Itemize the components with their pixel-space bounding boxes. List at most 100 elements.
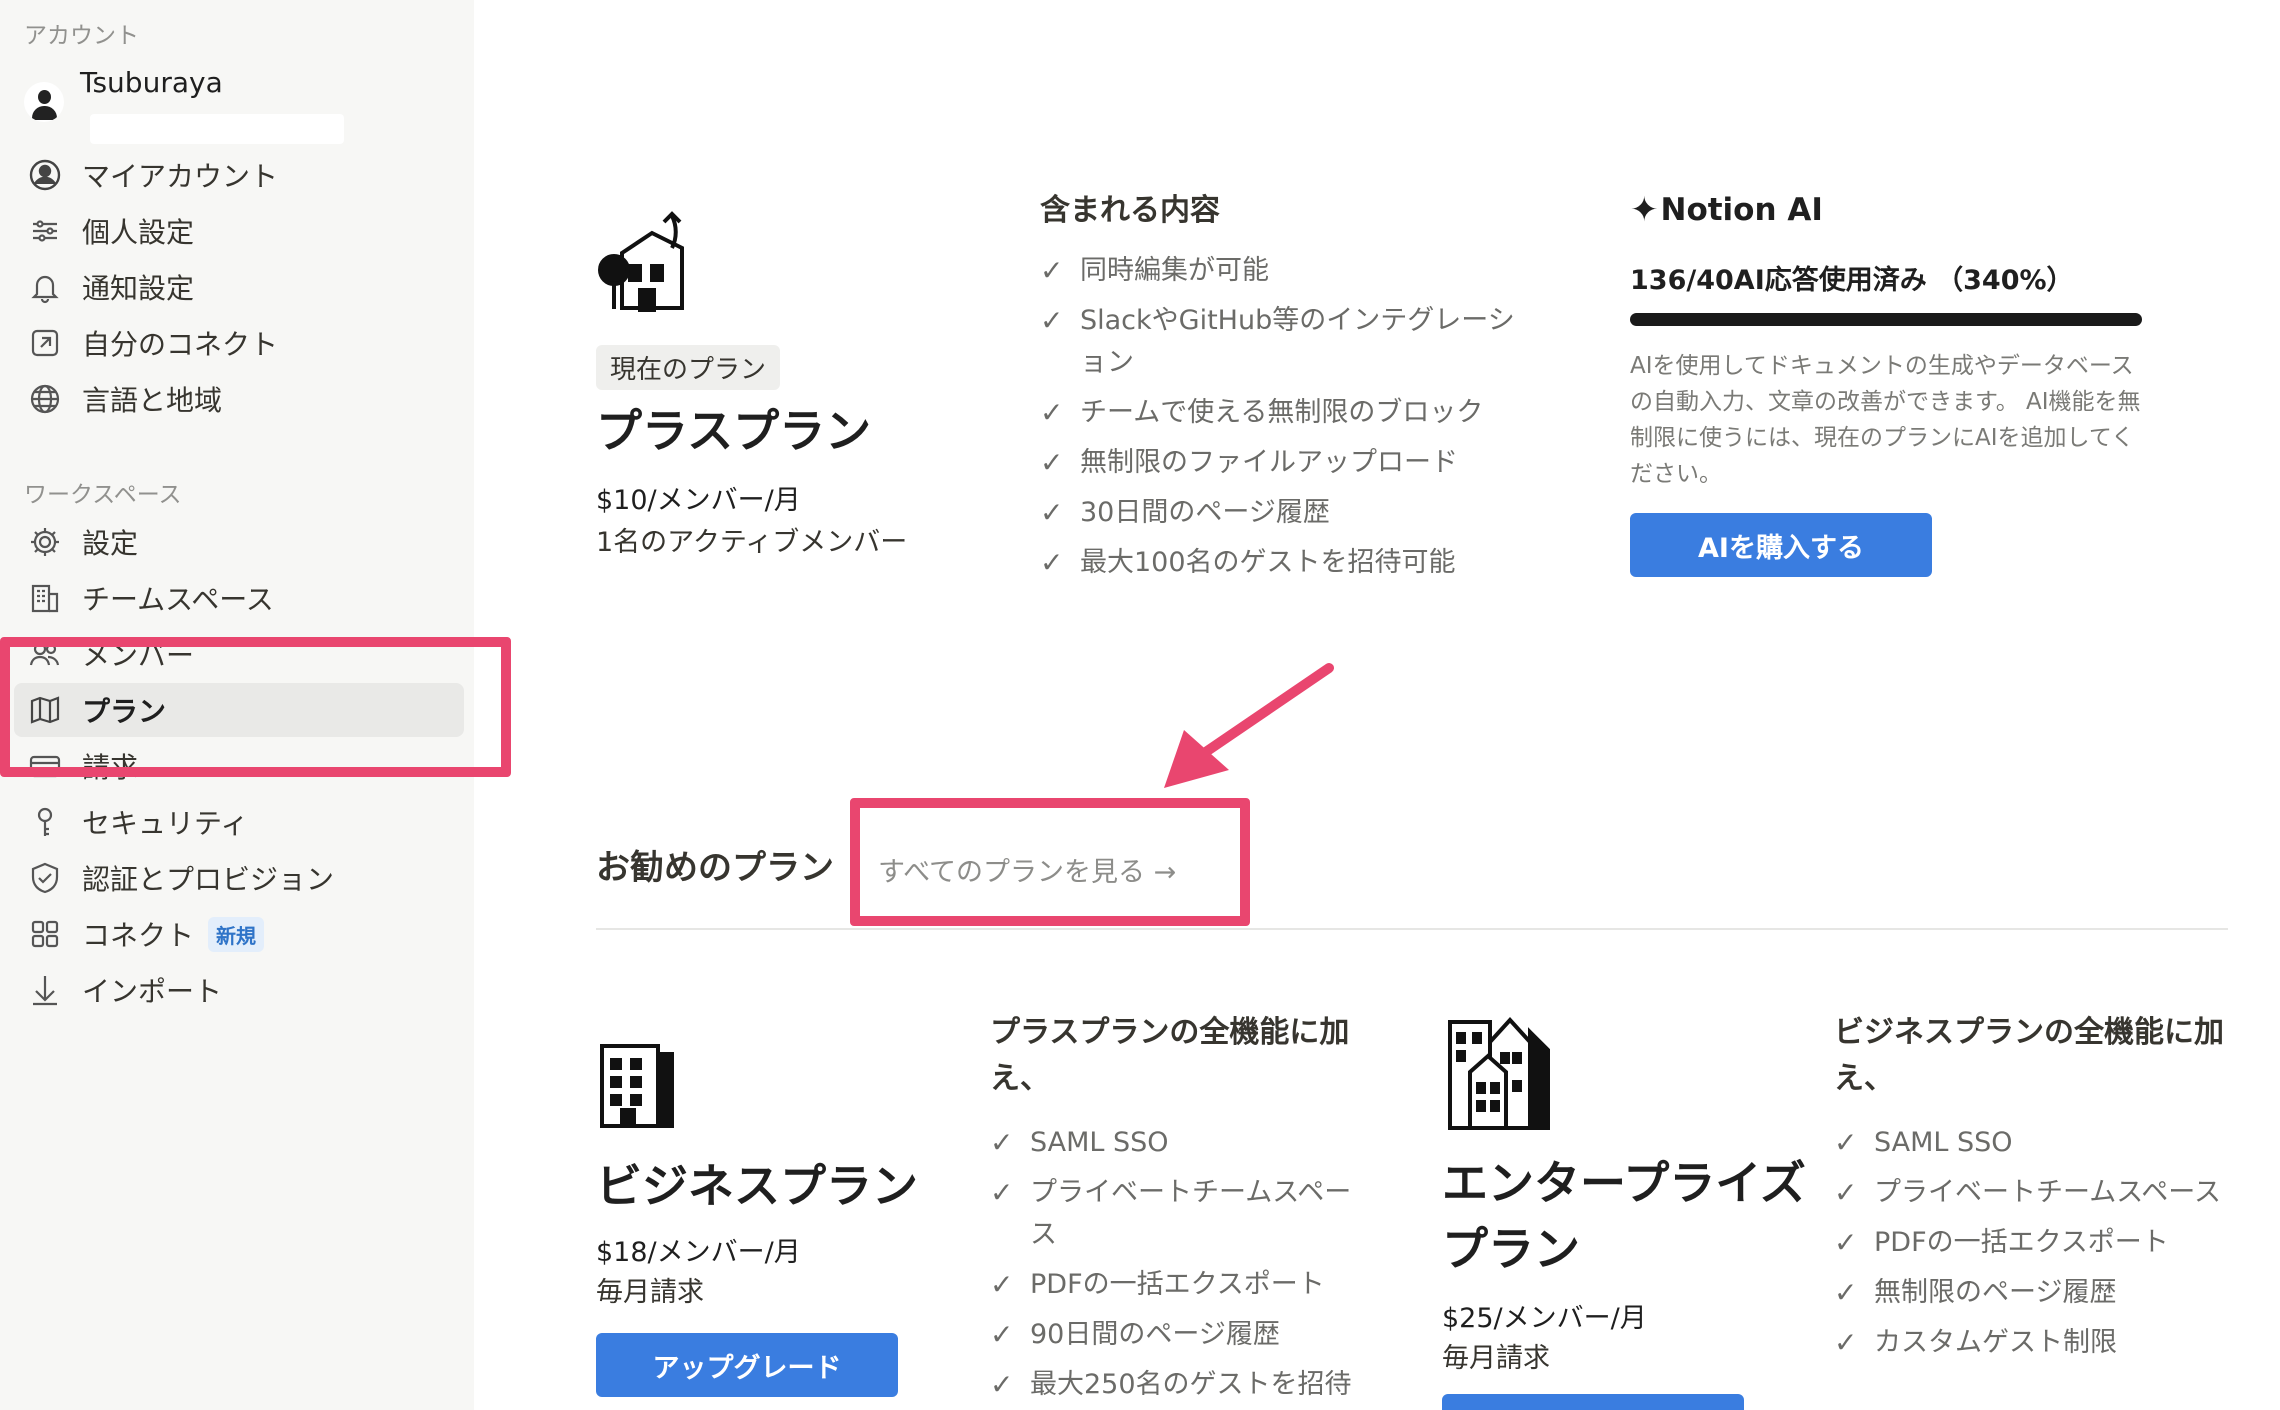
sidebar-item-label: インポート bbox=[82, 975, 223, 1008]
sidebar-item-billing[interactable]: 請求 bbox=[14, 739, 466, 793]
avatar bbox=[24, 82, 64, 122]
city-buildings-icon bbox=[1444, 1012, 1574, 1132]
sidebar-item-label: コネクト bbox=[82, 919, 195, 952]
current-plan-tag: 現在のプラン bbox=[596, 345, 781, 390]
sidebar-item-label: 通知設定 bbox=[82, 272, 195, 305]
list-item: ✓ 30日間のページ履歴 bbox=[1040, 492, 1540, 534]
people-icon bbox=[26, 635, 64, 673]
workspace-section-label: ワークスペース bbox=[24, 482, 182, 508]
current-plan-name: プラスプラン bbox=[596, 404, 872, 458]
bell-icon bbox=[26, 268, 64, 306]
key-icon bbox=[26, 803, 64, 841]
sidebar-item-label: セキュリティ bbox=[82, 807, 249, 840]
sidebar-item-language-region[interactable]: 言語と地域 bbox=[14, 372, 466, 426]
sidebar-item-my-account[interactable]: マイアカウント bbox=[14, 148, 466, 202]
sidebar-item-my-connections[interactable]: 自分のコネクト bbox=[14, 316, 466, 370]
sidebar-item-security[interactable]: セキュリティ bbox=[14, 795, 466, 849]
globe-icon bbox=[26, 380, 64, 418]
sidebar-item-notifications[interactable]: 通知設定 bbox=[14, 260, 466, 314]
check-icon: ✓ bbox=[1834, 1326, 1858, 1359]
check-icon: ✓ bbox=[990, 1368, 1014, 1401]
included-feature-list: ✓ 同時編集が可能 ✓ SlackやGitHub等のインテグレーション ✓ チームで使… bbox=[1040, 250, 1540, 592]
check-icon: ✓ bbox=[990, 1176, 1014, 1209]
check-icon: ✓ bbox=[1040, 546, 1064, 579]
business-plan-billing: 毎月請求 bbox=[596, 1277, 704, 1308]
map-icon bbox=[26, 691, 64, 729]
sidebar-item-members[interactable]: メンバー bbox=[14, 627, 466, 681]
external-link-icon bbox=[26, 324, 64, 362]
list-item: ✓ SlackやGitHub等のインテグレーション bbox=[1040, 300, 1540, 384]
sidebar-item-import[interactable]: インポート bbox=[14, 963, 466, 1017]
sidebar-item-label: メンバー bbox=[82, 639, 195, 672]
settings-sidebar: アカウント Tsuburaya マイアカウント 個人設定 通知設定 自分のコネク… bbox=[0, 0, 474, 1410]
notion-ai-heading: ✦ Notion AI bbox=[1630, 190, 1823, 230]
upgrade-button[interactable]: アップグレード bbox=[596, 1333, 898, 1397]
enterprise-plan-billing: 毎月請求 bbox=[1442, 1343, 1550, 1374]
list-item: ✓ SAML SSO bbox=[990, 1122, 1370, 1164]
list-item: ✓ カスタムゲスト制限 bbox=[1834, 1322, 2224, 1364]
divider bbox=[596, 928, 2228, 930]
ai-description: AIを使用してドキュメントの生成やデータベースの自動入力、文章の改善ができます。… bbox=[1630, 353, 2141, 487]
check-icon: ✓ bbox=[1040, 396, 1064, 429]
list-item: ✓ SAML SSO bbox=[1834, 1122, 2224, 1164]
sidebar-item-label: マイアカウント bbox=[82, 160, 279, 193]
enterprise-plan-button[interactable] bbox=[1442, 1394, 1744, 1410]
user-name: Tsuburaya bbox=[80, 66, 223, 99]
see-all-plans-link[interactable]: すべてのプランを見る → bbox=[878, 850, 1176, 889]
new-badge: 新規 bbox=[208, 916, 265, 952]
check-icon: ✓ bbox=[1834, 1226, 1858, 1259]
recommended-plans-heading: お勧めのプラン bbox=[596, 848, 834, 888]
check-icon: ✓ bbox=[1834, 1126, 1858, 1159]
sidebar-item-plans[interactable]: プラン bbox=[14, 683, 464, 737]
list-item: ✓ PDFの一括エクスポート bbox=[1834, 1222, 2224, 1264]
grid-icon bbox=[26, 915, 64, 953]
list-item: ✓ 90日間のページ履歴 bbox=[990, 1314, 1370, 1356]
check-icon: ✓ bbox=[1834, 1276, 1858, 1309]
check-icon: ✓ bbox=[990, 1126, 1014, 1159]
sidebar-item-label: プラン bbox=[82, 695, 167, 728]
sidebar-item-teamspaces[interactable]: チームスペース bbox=[14, 571, 466, 625]
plans-main: 現在のプラン プラスプラン $10/メンバー/月 1名のアクティブメンバー 含ま… bbox=[474, 0, 2280, 1410]
sidebar-item-label: 認証とプロビジョン bbox=[82, 863, 335, 896]
enterprise-plan-price: $25/メンバー/月 bbox=[1442, 1303, 1647, 1334]
ai-usage-text: 136/40AI応答使用済み （340%） bbox=[1630, 265, 2074, 296]
sidebar-item-label: 請求 bbox=[82, 751, 139, 784]
enterprise-plan-name: エンタープライズプラン bbox=[1442, 1156, 1806, 1276]
check-icon: ✓ bbox=[1834, 1176, 1858, 1209]
enterprise-features-heading: ビジネスプランの全機能に加え、 bbox=[1834, 1015, 2224, 1096]
sidebar-item-label: 言語と地域 bbox=[82, 384, 223, 417]
sidebar-item-identity-provisioning[interactable]: 認証とプロビジョン bbox=[14, 851, 466, 905]
user-circle-icon bbox=[26, 156, 64, 194]
user-email-redacted bbox=[90, 114, 344, 144]
building-icon bbox=[26, 579, 64, 617]
business-features-heading: プラスプランの全機能に加え、 bbox=[990, 1015, 1350, 1096]
list-item: ✓ 無制限のページ履歴 bbox=[1834, 1272, 2224, 1314]
check-icon: ✓ bbox=[990, 1318, 1014, 1351]
buy-ai-button[interactable]: AIを購入する bbox=[1630, 513, 1932, 577]
account-section-label: アカウント bbox=[24, 23, 139, 49]
sidebar-item-label: 設定 bbox=[82, 527, 139, 560]
list-item: ✓ 無制限のファイルアップロード bbox=[1040, 442, 1540, 484]
credit-card-icon bbox=[26, 747, 64, 785]
sidebar-item-label: 個人設定 bbox=[82, 216, 195, 249]
current-plan-price: $10/メンバー/月 bbox=[596, 485, 801, 516]
sidebar-item-label: チームスペース bbox=[82, 583, 274, 616]
sidebar-item-settings[interactable]: 設定 bbox=[14, 515, 466, 569]
annotation-arrow bbox=[1124, 660, 1344, 800]
current-plan-members: 1名のアクティブメンバー bbox=[596, 527, 908, 558]
sliders-icon bbox=[26, 212, 64, 250]
sparkle-icon: ✦ bbox=[1630, 190, 1659, 230]
gear-icon bbox=[26, 523, 64, 561]
check-icon: ✓ bbox=[1040, 496, 1064, 529]
list-item: ✓ プライベートチームスペース bbox=[990, 1172, 1370, 1256]
list-item: ✓最大250名のゲストを招待可能 bbox=[990, 1364, 1370, 1410]
office-building-icon bbox=[596, 1040, 680, 1130]
list-item: ✓ 最大100名のゲストを招待可能 bbox=[1040, 542, 1540, 584]
check-icon: ✓ bbox=[1040, 254, 1064, 287]
list-item: ✓ 同時編集が可能 bbox=[1040, 250, 1540, 292]
sidebar-item-connections[interactable]: コネクト 新規 bbox=[14, 907, 466, 961]
sidebar-item-personal-settings[interactable]: 個人設定 bbox=[14, 204, 466, 258]
business-plan-name: ビジネスプラン bbox=[596, 1159, 918, 1213]
business-plan-price: $18/メンバー/月 bbox=[596, 1237, 801, 1268]
business-feature-list: ✓ SAML SSO ✓ プライベートチームスペース ✓ PDFの一括エクスポート ✓… bbox=[990, 1122, 1370, 1410]
